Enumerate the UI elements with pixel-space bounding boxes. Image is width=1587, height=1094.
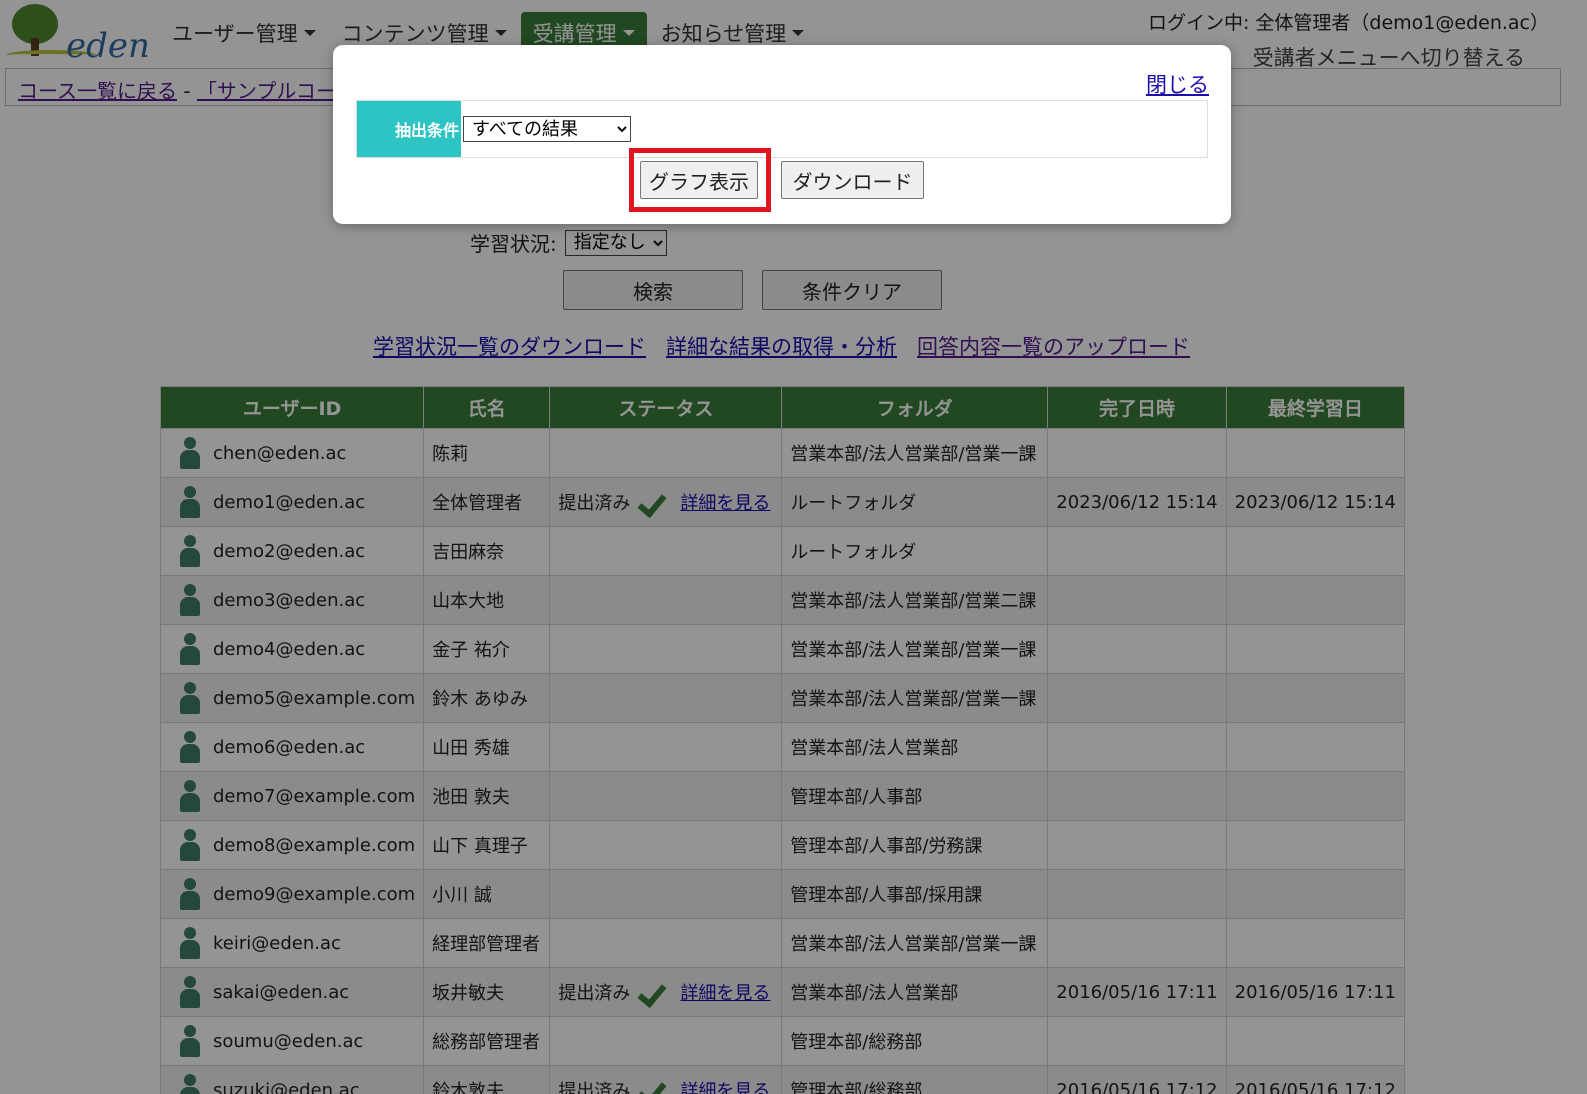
download-button[interactable]: ダウンロード <box>781 161 924 199</box>
filter-condition-row: 抽出条件 すべての結果 <box>356 100 1208 158</box>
filter-condition-label: 抽出条件 <box>357 101 461 157</box>
export-modal: 閉じる 抽出条件 すべての結果 グラフ表示 ダウンロード <box>333 45 1231 224</box>
show-graph-button[interactable]: グラフ表示 <box>640 161 758 199</box>
close-modal-link[interactable]: 閉じる <box>1146 69 1209 99</box>
filter-condition-select[interactable]: すべての結果 <box>463 116 631 142</box>
